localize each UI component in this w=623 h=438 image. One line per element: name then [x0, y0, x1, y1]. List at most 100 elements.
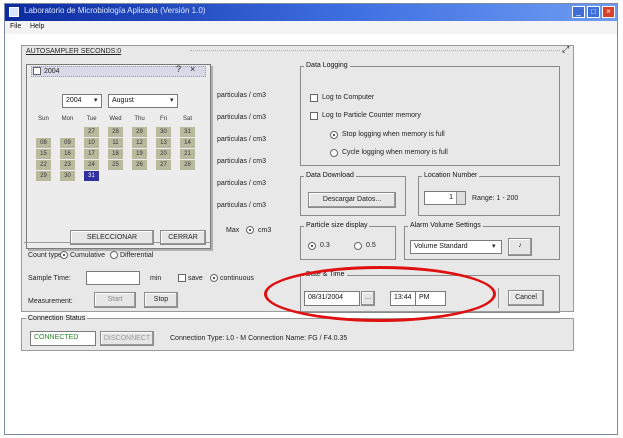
log-to-counter-label: Log to Particle Counter memory [322, 112, 421, 119]
calendar-day[interactable]: 14 [180, 138, 195, 148]
stop-when-full-radio[interactable] [330, 131, 338, 139]
calendar-day[interactable]: 26 [132, 160, 147, 170]
max-radio[interactable] [246, 226, 254, 234]
port-row-5-label: particulas / cm3 [217, 180, 267, 187]
month-chevron-down-icon: ▾ [170, 97, 174, 104]
calendar-day[interactable]: 19 [132, 149, 147, 159]
alarm-volume-title: Alarm Volume Settings [408, 222, 483, 229]
log-to-computer-checkbox[interactable] [310, 94, 318, 102]
calendar-day[interactable]: 17 [84, 149, 99, 159]
maximize-button[interactable]: □ [587, 6, 600, 18]
cumulative-radio[interactable] [60, 251, 68, 259]
panel-header-rule [190, 50, 560, 56]
cycle-when-full-radio[interactable] [330, 149, 338, 157]
measurement-label: Measurement: [28, 298, 73, 305]
calendar-day[interactable]: 29 [36, 171, 51, 181]
weekday-header: Wed [109, 116, 122, 122]
chevron-down-icon: ▾ [492, 243, 496, 250]
calendar-day[interactable]: 27 [84, 127, 99, 137]
select-date-button[interactable]: SELECCIONAR [70, 230, 154, 245]
calendar-day[interactable]: 11 [108, 138, 123, 148]
differential-radio[interactable] [110, 251, 118, 259]
sample-time-label: Sample Time: [28, 275, 71, 282]
menu-help[interactable]: Help [30, 23, 44, 30]
help-icon[interactable]: ? [176, 64, 181, 74]
menu-file[interactable]: File [10, 23, 21, 30]
start-button[interactable]: Start [94, 292, 136, 308]
max-label: Max [226, 227, 240, 234]
weekday-header: Tue [86, 116, 97, 122]
port-row-1-label: particulas / cm3 [217, 92, 267, 99]
data-download-title: Data Download [304, 172, 356, 179]
calendar-day[interactable]: 10 [84, 138, 99, 148]
calendar-day[interactable]: 16 [60, 149, 75, 159]
location-number-title: Location Number [422, 172, 480, 179]
calendar-day[interactable]: 30 [156, 127, 171, 137]
calendar-day[interactable]: 28 [180, 160, 195, 170]
port-row-4-label: particulas / cm3 [217, 158, 267, 165]
location-spinner[interactable] [456, 192, 465, 204]
stop-when-full-label: Stop logging when memory is full [342, 131, 445, 138]
calendar-grid: Sun Mon Tue Wed Thu Fri Sat 27 28 29 30 31 08 09 10 11 1… [36, 114, 206, 194]
close-button[interactable]: × [602, 6, 615, 18]
log-to-counter-checkbox[interactable] [310, 112, 318, 120]
alarm-test-button[interactable]: ♪ [508, 238, 532, 256]
connection-info: Connection Type: L0 - M Connection Name:… [170, 335, 348, 342]
calendar-day[interactable]: 31 [180, 127, 195, 137]
app-icon [9, 7, 19, 17]
cancel-button[interactable]: Cancel [508, 290, 544, 306]
save-label: save [188, 275, 203, 282]
calendar-day[interactable]: 21 [180, 149, 195, 159]
save-checkbox[interactable] [178, 274, 186, 282]
calendar-day[interactable]: 12 [132, 138, 147, 148]
calendar-day[interactable]: 29 [132, 127, 147, 137]
calendar-day[interactable]: 31 [84, 171, 99, 181]
calendar-day[interactable]: 20 [156, 149, 171, 159]
count-type-label: Count type: [28, 252, 64, 259]
calendar-close-button[interactable]: CERRAR [160, 230, 206, 245]
size-05-radio[interactable] [354, 242, 362, 250]
minimize-button[interactable]: _ [572, 6, 585, 18]
pin-icon[interactable]: ⤢ [562, 44, 569, 55]
year-chevron-down-icon: ▾ [94, 97, 98, 104]
connection-status-title: Connection Status [26, 315, 88, 322]
calendar-day[interactable]: 27 [156, 160, 171, 170]
sample-time-input[interactable] [86, 271, 140, 285]
calendar-day[interactable]: 25 [108, 160, 123, 170]
calendar-day[interactable]: 30 [60, 171, 75, 181]
alarm-volume-select[interactable]: Volume Standard [410, 240, 502, 254]
date-time-divider [498, 288, 499, 308]
download-data-button[interactable]: Descargar Datos... [308, 192, 396, 208]
calendar-checkbox[interactable] [33, 67, 41, 75]
calendar-day[interactable]: 18 [108, 149, 123, 159]
month-select[interactable]: August [108, 94, 178, 108]
calendar-day[interactable]: 15 [36, 149, 51, 159]
differential-label: Differential [120, 252, 154, 259]
calendar-day[interactable]: 22 [36, 160, 51, 170]
window-title: Laboratorio de Microbiología Aplicada (V… [24, 6, 206, 15]
calendar-day[interactable]: 08 [36, 138, 51, 148]
weekday-header: Sat [182, 116, 192, 122]
calendar-label: 2004 [44, 68, 60, 75]
calendar-day[interactable]: 24 [84, 160, 99, 170]
port-row-3-label: particulas / cm3 [217, 136, 267, 143]
calendar-day[interactable]: 13 [156, 138, 171, 148]
stop-button[interactable]: Stop [144, 292, 178, 308]
max-unit: cm3 [258, 227, 272, 234]
weekday-header: Thu [134, 116, 145, 122]
particle-size-title: Particle size display [304, 222, 370, 229]
size-03-radio[interactable] [308, 242, 316, 250]
close-icon[interactable]: × [190, 64, 195, 74]
connection-status-field: CONNECTED [30, 331, 96, 346]
calendar-day[interactable]: 28 [108, 127, 123, 137]
sample-time-unit: min [150, 275, 162, 282]
continuous-radio[interactable] [210, 274, 218, 282]
weekday-header: Fri [160, 116, 167, 122]
continuous-label: continuous [220, 275, 254, 282]
cumulative-label: Cumulative [70, 252, 106, 259]
calendar-day[interactable]: 09 [60, 138, 75, 148]
calendar-day[interactable]: 23 [60, 160, 75, 170]
weekday-header: Sun [38, 116, 49, 122]
disconnect-button[interactable]: DISCONNECT [100, 331, 154, 346]
size-03-label: 0.3 [320, 242, 330, 249]
